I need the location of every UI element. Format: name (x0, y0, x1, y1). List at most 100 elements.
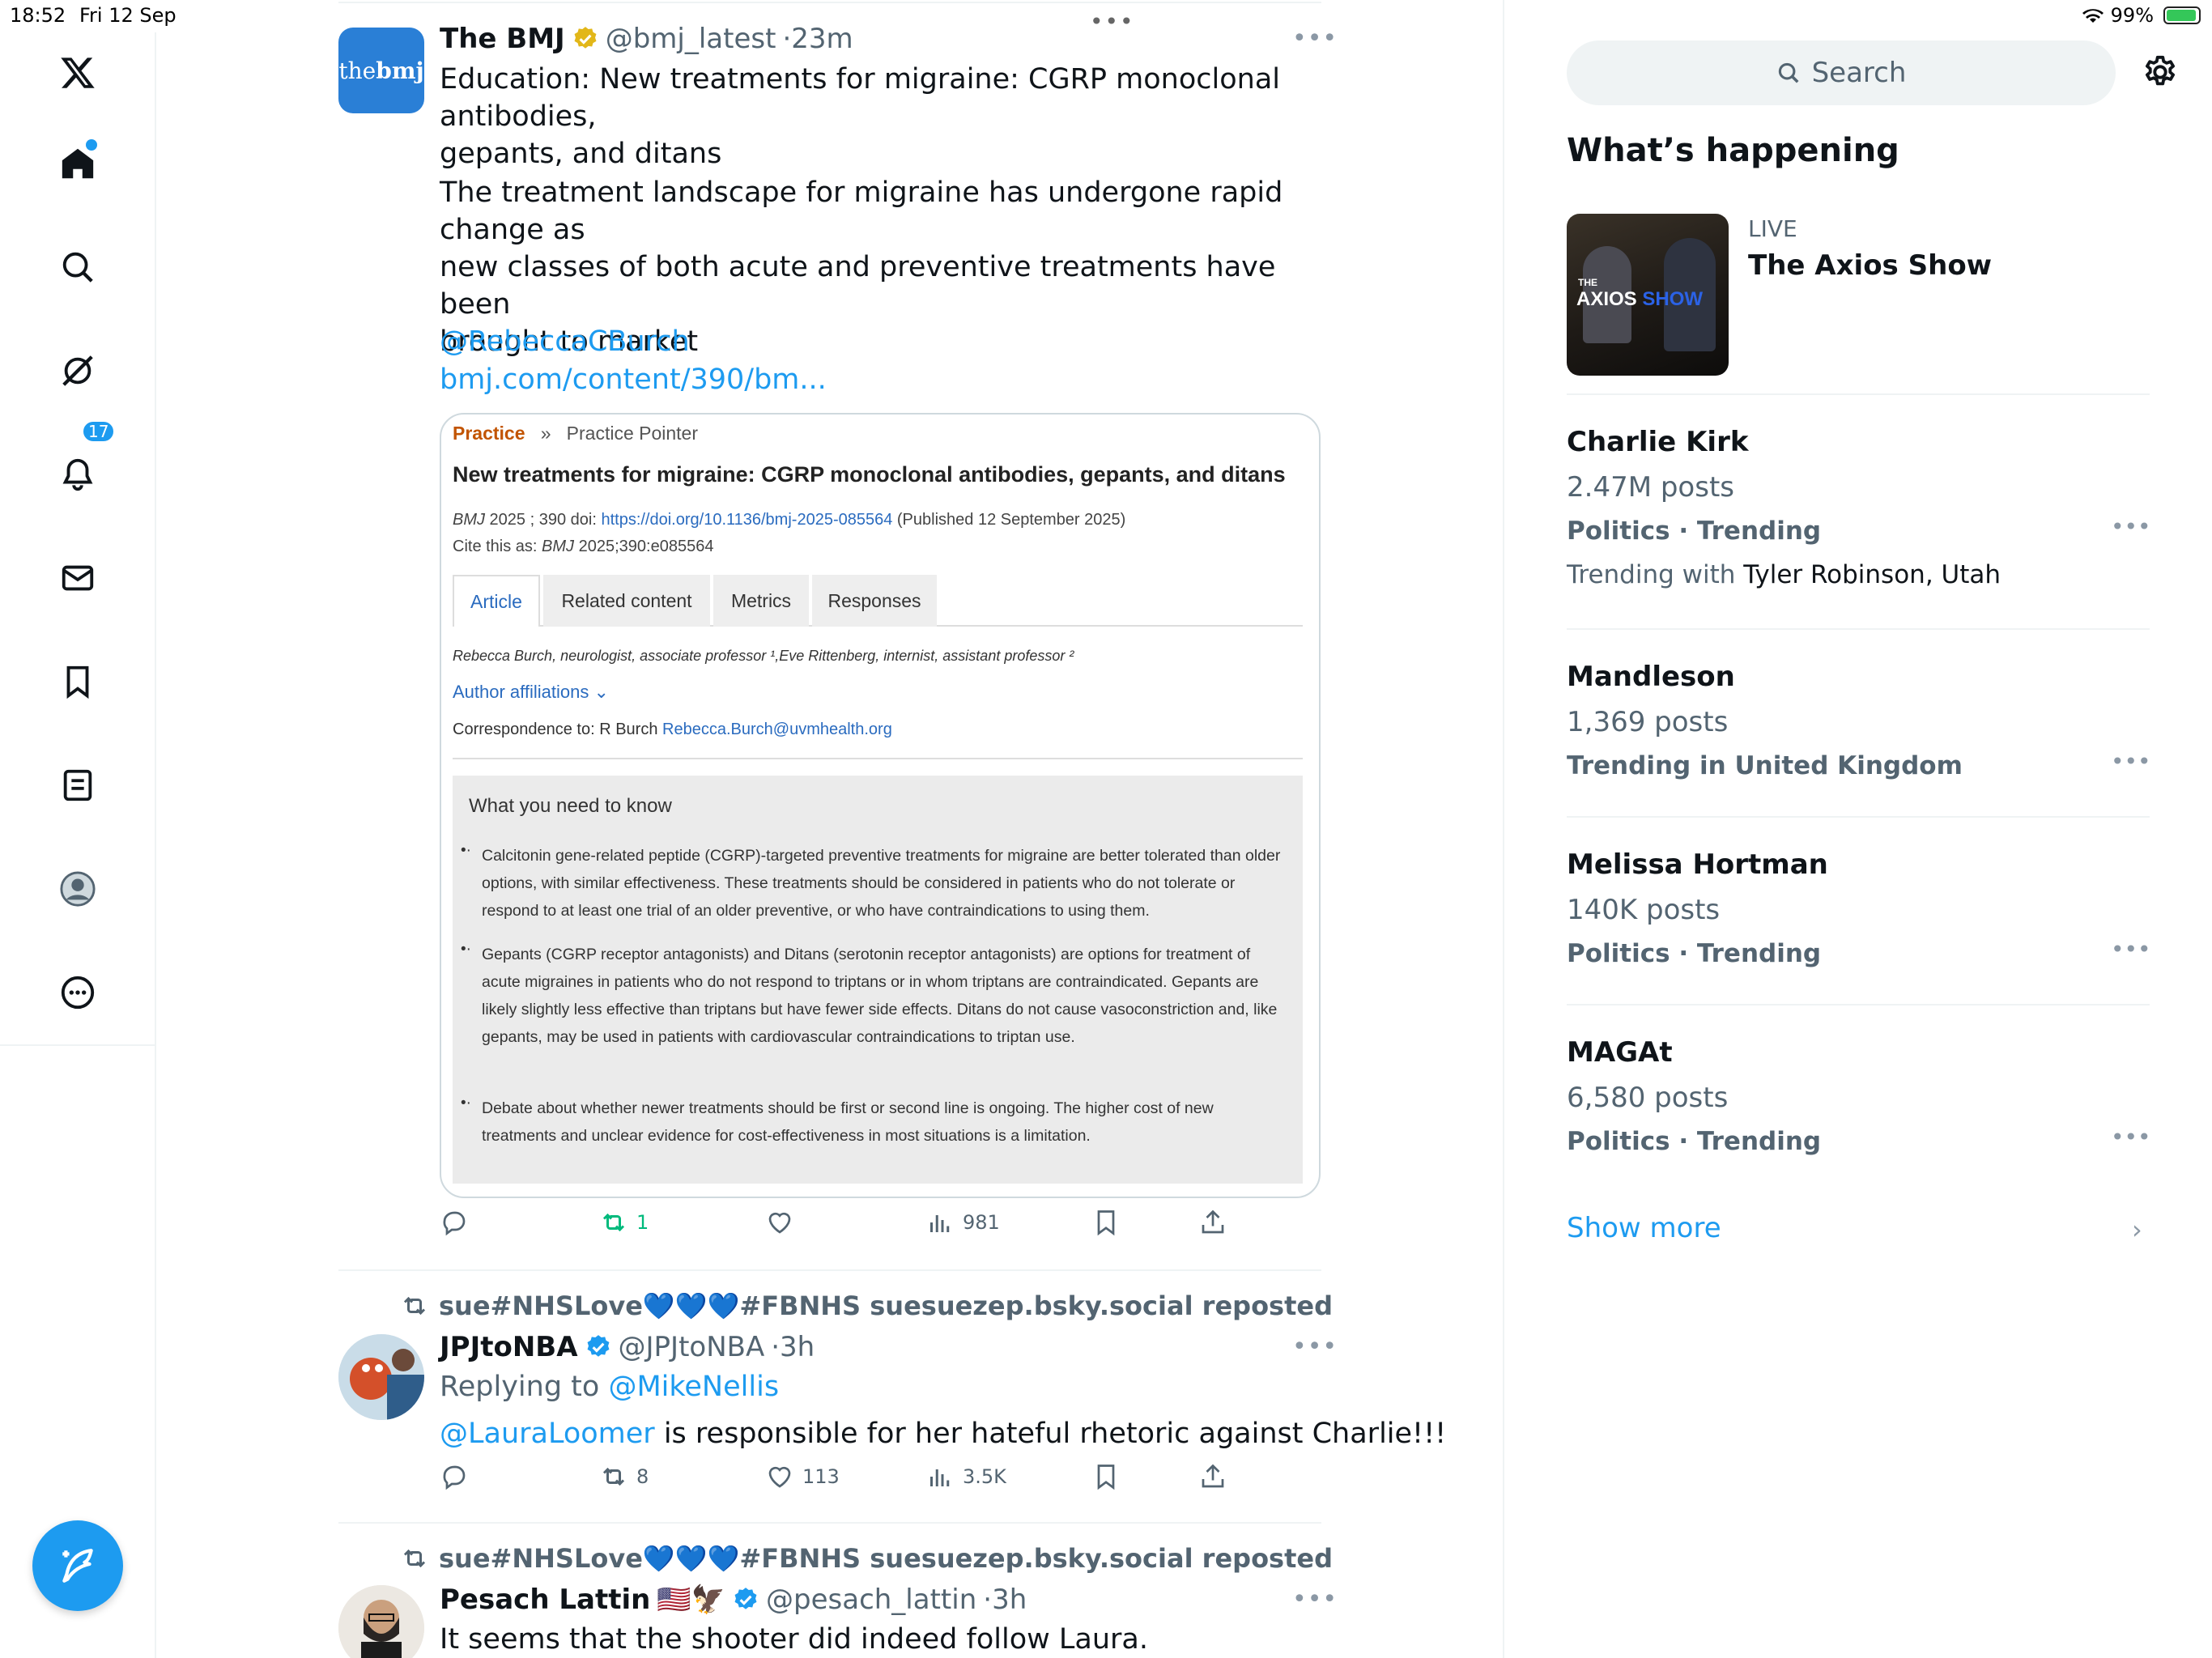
views-button[interactable]: 981 (925, 1208, 1000, 1237)
grok-icon[interactable] (53, 346, 102, 395)
repost-button[interactable]: 8 (599, 1462, 649, 1491)
live-title[interactable]: The Axios Show (1748, 249, 1992, 282)
bullet-mark: •· (461, 941, 471, 958)
bullet-text: Gepants (CGRP receptor antagonists) and … (482, 946, 1278, 1046)
trend-more-button[interactable]: ••• (2111, 748, 2151, 775)
more-options-icon[interactable] (53, 968, 102, 1017)
like-button[interactable]: 113 (765, 1462, 840, 1491)
trend-name: MAGAt (1567, 1036, 1673, 1069)
compose-post-button[interactable] (32, 1520, 123, 1611)
tweet-header: Pesach Lattin 🇺🇸🦅 @pesach_lattin · 3h (440, 1584, 1027, 1616)
breadcrumb-separator: » (540, 423, 551, 444)
trend-item[interactable]: MAGAt 6,580 posts Politics · Trending ••… (1567, 1036, 2151, 1174)
multitasking-dots[interactable]: ••• (1090, 8, 1135, 35)
repost-small-icon (403, 1549, 426, 1568)
tweet-time[interactable]: 23m (791, 23, 853, 55)
dot-separator: · (782, 23, 792, 55)
bookmark-icon (1097, 1210, 1115, 1236)
share-button[interactable] (1198, 1208, 1227, 1237)
tweet-actions: 8 113 3.5K (440, 1462, 1249, 1503)
reposted-by[interactable]: sue#NHSLove💙💙💙#FBNHS suesuezep.bsky.soci… (400, 1290, 1333, 1321)
share-button[interactable] (1198, 1462, 1227, 1491)
bookmark-button[interactable] (1091, 1208, 1121, 1237)
reply-to-link[interactable]: @MikeNellis (608, 1371, 779, 1403)
trend-name: Mandleson (1567, 661, 1735, 693)
profile-avatar-icon[interactable] (53, 865, 102, 913)
article-card[interactable]: Practice » Practice Pointer New treatmen… (440, 413, 1321, 1198)
show-more-link[interactable]: Show more (1567, 1212, 1721, 1244)
bookmarks-icon[interactable] (53, 657, 102, 706)
bmj-avatar[interactable]: the bmj (338, 28, 424, 113)
trend-more-button[interactable]: ••• (2111, 1124, 2151, 1150)
compose-feather-icon (62, 1549, 93, 1583)
avatar-text-bmj: bmj (376, 57, 424, 84)
author-name[interactable]: The BMJ (440, 23, 565, 55)
lists-icon[interactable] (53, 761, 102, 810)
views-button[interactable]: 3.5K (925, 1462, 1006, 1491)
trend-item[interactable]: Melissa Hortman 140K posts Politics · Tr… (1567, 848, 2151, 986)
heart-icon (768, 1466, 791, 1488)
author-handle[interactable]: @bmj_latest (606, 23, 776, 55)
explore-search-icon[interactable] (53, 243, 102, 291)
url-link[interactable]: bmj.com/content/390/bm... (440, 361, 827, 398)
bullet-text: Debate about whether newer treatments sh… (482, 1099, 1214, 1145)
tweet-time[interactable]: 3h (992, 1584, 1027, 1616)
citation-volume: 2025 ; 390 doi: (485, 511, 602, 529)
status-date: Fri 12 Sep (79, 4, 177, 27)
settings-gear-icon[interactable] (2142, 53, 2179, 91)
trend-category: Politics · Trending (1567, 1127, 1822, 1156)
trending-with: Trending with Tyler Robinson, Utah (1567, 560, 2001, 589)
mention-link[interactable]: @RebeccaCBurch (440, 323, 690, 360)
tweet-header: JPJtoNBA @JPJtoNBA · 3h (440, 1331, 815, 1363)
bookmark-icon (1097, 1465, 1115, 1490)
bullet-text: Calcitonin gene-related peptide (CGRP)-t… (482, 847, 1281, 920)
author-handle[interactable]: @JPJtoNBA (619, 1331, 765, 1363)
live-thumbnail[interactable]: THE AXIOS SHOW (1567, 214, 1729, 376)
like-count: 113 (802, 1465, 840, 1488)
tweet-time[interactable]: 3h (780, 1331, 815, 1363)
tweet-header: The BMJ @bmj_latest · 23m (440, 23, 853, 55)
status-time: 18:52 (10, 4, 66, 27)
pesach-lattin-avatar[interactable] (338, 1585, 424, 1658)
sidebar-divider (1567, 393, 2150, 395)
live-label: LIVE (1748, 215, 1797, 242)
tweet-more-button[interactable]: ••• (1292, 24, 1338, 53)
trend-more-button[interactable]: ••• (2111, 936, 2151, 963)
tab-related-content: Related content (543, 575, 710, 627)
reposted-by-text: sue#NHSLove💙💙💙#FBNHS suesuezep.bsky.soci… (439, 1543, 1333, 1574)
trending-with-prefix: Trending with (1567, 560, 1736, 589)
avatar-image (338, 1334, 424, 1420)
bookmark-button[interactable] (1091, 1462, 1121, 1491)
repost-icon (602, 1467, 625, 1486)
mention-link[interactable]: @LauraLoomer (440, 1418, 655, 1450)
search-input[interactable]: Search (1567, 40, 2116, 105)
reply-button[interactable] (440, 1462, 469, 1491)
reply-icon (443, 1211, 466, 1236)
trend-more-button[interactable]: ••• (2111, 513, 2151, 540)
author-name[interactable]: Pesach Lattin (440, 1584, 650, 1616)
reposted-by[interactable]: sue#NHSLove💙💙💙#FBNHS suesuezep.bsky.soci… (400, 1543, 1333, 1574)
chevron-right-icon: › (2132, 1214, 2142, 1245)
reply-icon (443, 1465, 466, 1490)
tweet-more-button[interactable]: ••• (1292, 1333, 1338, 1361)
tweet-more-button[interactable]: ••• (1292, 1585, 1338, 1613)
x-logo-icon[interactable] (53, 49, 102, 97)
gold-verified-badge-icon (574, 27, 597, 49)
trend-item[interactable]: Mandleson 1,369 posts Trending in United… (1567, 661, 2151, 798)
avatar-image (338, 1585, 424, 1658)
trend-item[interactable]: Charlie Kirk 2.47M posts Politics · Tren… (1567, 426, 2151, 612)
whats-happening-heading: What’s happening (1567, 132, 1899, 169)
trend-category: Politics · Trending (1567, 517, 1822, 546)
logo-the: THE (1578, 277, 1597, 288)
author-handle[interactable]: @pesach_lattin (766, 1584, 976, 1616)
breadcrumb-section: Practice (453, 423, 525, 444)
like-button[interactable] (765, 1208, 794, 1237)
messages-envelope-icon[interactable] (53, 554, 102, 602)
timeline-top-divider (338, 2, 1321, 3)
reply-button[interactable] (440, 1208, 469, 1237)
notifications-bell-icon[interactable] (53, 450, 102, 499)
repost-button[interactable]: 1 (599, 1208, 649, 1237)
jpjtonba-avatar[interactable] (338, 1334, 424, 1420)
journal-name: BMJ (453, 511, 485, 529)
author-name[interactable]: JPJtoNBA (440, 1331, 578, 1363)
